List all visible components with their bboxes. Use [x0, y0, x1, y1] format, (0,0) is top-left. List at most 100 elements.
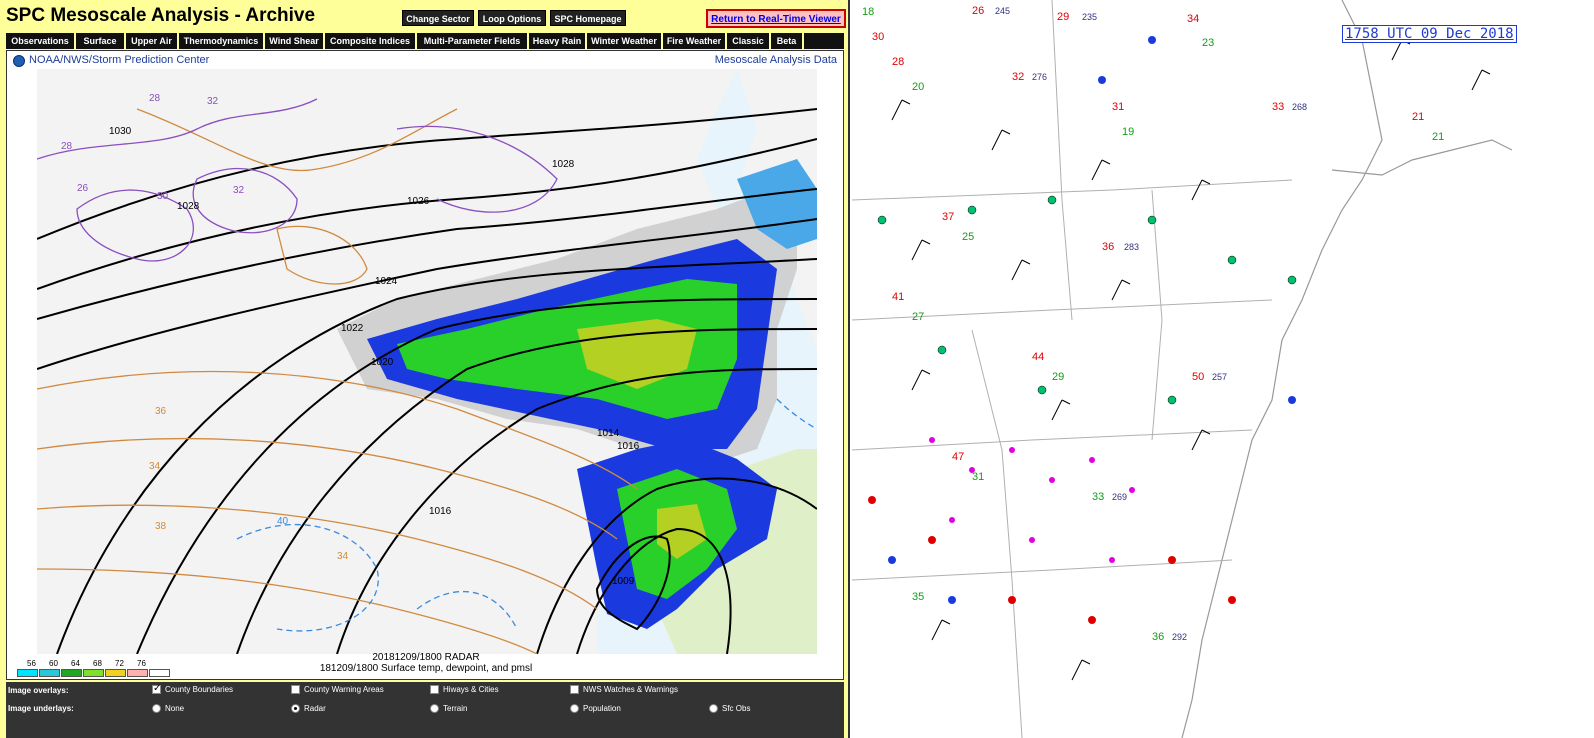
- underlay-terrain[interactable]: Terrain: [430, 704, 467, 713]
- analysis-map-frame: NOAA/NWS/Storm Prediction Center Mesosca…: [6, 50, 844, 680]
- county-boundaries-checkbox[interactable]: [152, 683, 161, 694]
- temp-obs: 47: [952, 451, 964, 463]
- nav-thermodynamics[interactable]: Thermodynamics: [179, 33, 265, 49]
- overlay-county-boundaries[interactable]: County Boundaries: [152, 683, 234, 694]
- colorbar-label: 68: [93, 659, 102, 668]
- temp-obs: 50: [1192, 371, 1204, 383]
- overlay-hiways-cities[interactable]: Hiways & Cities: [430, 685, 499, 694]
- underlay-option-label: None: [165, 704, 185, 713]
- noaa-logo-icon: [13, 55, 25, 67]
- dewpoint-obs: 33: [1092, 491, 1104, 503]
- nav-composite-indices[interactable]: Composite Indices: [325, 33, 417, 49]
- station-plot-map[interactable]: 18 26 245 29 235 34 23 30 28 20 32 276 3…: [852, 0, 1594, 738]
- pressure-obs: 269: [1112, 492, 1127, 502]
- underlay-sfc-obs-radio[interactable]: [709, 704, 718, 713]
- colorbar-swatch: [61, 669, 82, 677]
- isobar-label: 1026: [407, 196, 430, 207]
- overlay-option-label: Hiways & Cities: [443, 685, 499, 694]
- nav-heavy-rain[interactable]: Heavy Rain: [529, 33, 587, 49]
- pressure-obs: 283: [1124, 242, 1139, 252]
- dewpoint-label: 26: [77, 183, 89, 194]
- nav-winter-weather[interactable]: Winter Weather: [587, 33, 663, 49]
- station-plot-panel: 18 26 245 29 235 34 23 30 28 20 32 276 3…: [852, 0, 1594, 738]
- isobar-label: 1030: [109, 126, 132, 137]
- underlay-radar-radio[interactable]: [291, 704, 300, 713]
- dewpoint-label: 32: [207, 96, 219, 107]
- temp-obs: 31: [1112, 101, 1124, 113]
- overlay-option-label: County Boundaries: [165, 685, 234, 694]
- dewpoint-label: 30: [157, 191, 169, 202]
- dewpoint-obs: 36: [1152, 631, 1164, 643]
- product-label: Mesoscale Analysis Data: [714, 54, 837, 66]
- dewpoint-label: 28: [149, 93, 161, 104]
- nav-fire-weather[interactable]: Fire Weather: [663, 33, 727, 49]
- pressure-obs: 268: [1292, 102, 1307, 112]
- overlay-option-label: NWS Watches & Warnings: [583, 685, 678, 694]
- spc-viewer-panel: SPC Mesoscale Analysis - Archive Change …: [0, 0, 850, 738]
- temp-obs: 36: [1102, 241, 1114, 253]
- dewpoint-obs: 27: [912, 311, 924, 323]
- underlay-option-label: Sfc Obs: [722, 704, 751, 713]
- temp-obs: 33: [1272, 101, 1284, 113]
- underlay-population-radio[interactable]: [570, 704, 579, 713]
- nav-upper-air[interactable]: Upper Air: [126, 33, 179, 49]
- dewpoint-obs: 21: [1432, 131, 1444, 143]
- colorbar-label: 72: [115, 659, 124, 668]
- underlay-population[interactable]: Population: [570, 704, 621, 713]
- colorbar-swatch: [83, 669, 104, 677]
- surface-analysis-map[interactable]: 1030 1028 1028 1026 1024 1022 1020 1016 …: [37, 69, 817, 654]
- product-menu-bar: Observations Surface Upper Air Thermodyn…: [6, 33, 844, 49]
- temp-obs: 44: [1032, 351, 1044, 363]
- isobar-label: 1014: [597, 428, 620, 439]
- colorbar-swatch: [105, 669, 126, 677]
- underlay-terrain-radio[interactable]: [430, 704, 439, 713]
- temp-obs: 26: [972, 5, 984, 17]
- hiways-cities-checkbox[interactable]: [430, 685, 439, 694]
- colorbar-swatch: [17, 669, 38, 677]
- nav-wind-shear[interactable]: Wind Shear: [265, 33, 325, 49]
- dewpoint-label: 28: [61, 141, 73, 152]
- nws-watches-checkbox[interactable]: [570, 685, 579, 694]
- pressure-obs: 257: [1212, 372, 1227, 382]
- temp-obs: 21: [1412, 111, 1424, 123]
- nav-observations[interactable]: Observations: [6, 33, 76, 49]
- loop-options-button[interactable]: Loop Options: [478, 10, 546, 26]
- dewpoint-obs: 29: [1052, 371, 1064, 383]
- page-title: SPC Mesoscale Analysis - Archive: [6, 5, 316, 26]
- obs-timestamp: 1758 UTC 09 Dec 2018: [1342, 25, 1517, 43]
- underlay-sfc-obs[interactable]: Sfc Obs: [709, 704, 750, 713]
- pressure-obs: 235: [1082, 12, 1097, 22]
- spc-homepage-button[interactable]: SPC Homepage: [550, 10, 626, 26]
- nav-multi-parameter-fields[interactable]: Multi-Parameter Fields: [417, 33, 529, 49]
- agency-label: NOAA/NWS/Storm Prediction Center: [29, 54, 210, 66]
- dewpoint-obs: 25: [962, 231, 974, 243]
- nav-classic[interactable]: Classic: [727, 33, 771, 49]
- overlay-nws-watches[interactable]: NWS Watches & Warnings: [570, 685, 678, 694]
- overlay-controls: Image overlays: Image underlays: County …: [6, 682, 844, 738]
- nav-surface[interactable]: Surface: [76, 33, 126, 49]
- isobar-label: 1016: [617, 441, 640, 452]
- temp-label: 40: [277, 516, 289, 527]
- underlay-none[interactable]: None: [152, 704, 184, 713]
- county-warning-areas-checkbox[interactable]: [291, 685, 300, 694]
- isobar-label: 1028: [177, 201, 200, 212]
- underlay-option-label: Population: [583, 704, 621, 713]
- underlay-radar[interactable]: Radar: [291, 704, 326, 713]
- colorbar-swatch: [149, 669, 170, 677]
- colorbar-label: 64: [71, 659, 80, 668]
- overlay-option-label: County Warning Areas: [304, 685, 384, 694]
- isobar-label: 1028: [552, 159, 575, 170]
- underlay-none-radio[interactable]: [152, 704, 161, 713]
- change-sector-button[interactable]: Change Sector: [402, 10, 474, 26]
- isobar-label: 1022: [341, 323, 364, 334]
- isobar-label: 1024: [375, 276, 398, 287]
- dewpoint-obs: 20: [912, 81, 924, 93]
- overlay-county-warning-areas[interactable]: County Warning Areas: [291, 685, 384, 694]
- dewpoint-obs: 18: [862, 6, 874, 18]
- realtime-viewer-link[interactable]: Return to Real-Time Viewer: [706, 9, 846, 28]
- colorbar-label: 76: [137, 659, 146, 668]
- dewpoint-label: 32: [233, 185, 245, 196]
- pressure-obs: 245: [995, 6, 1010, 16]
- nav-beta[interactable]: Beta: [771, 33, 804, 49]
- dewpoint-obs: 35: [912, 591, 924, 603]
